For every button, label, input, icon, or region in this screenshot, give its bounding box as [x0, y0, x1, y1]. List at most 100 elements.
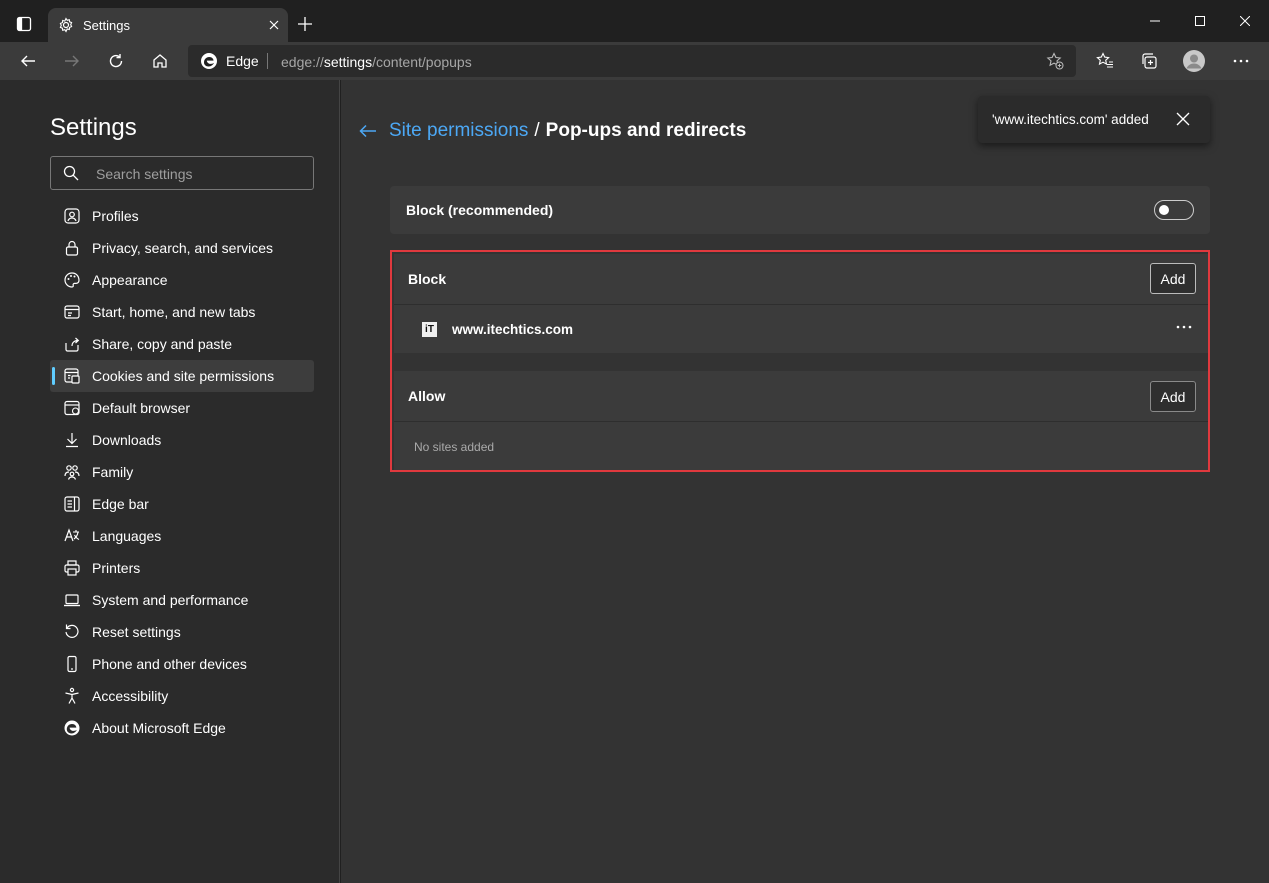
more-actions-icon[interactable]: [1176, 319, 1192, 335]
edge-bar-icon: [63, 495, 81, 513]
site-favicon-icon: iT: [422, 322, 437, 337]
reset-icon: [63, 623, 81, 641]
sidebar-item-label: Accessibility: [92, 688, 169, 704]
breadcrumb: Site permissions / Pop-ups and redirects: [359, 120, 746, 142]
sidebar-item-label: Default browser: [92, 400, 191, 416]
settings-nav: Profiles Privacy, search, and services App…: [50, 200, 314, 744]
collections-icon: [1142, 53, 1157, 69]
block-site-row: iT www.itechtics.com: [394, 304, 1208, 353]
profile-icon: [63, 207, 81, 225]
sidebar-item-profiles[interactable]: Profiles: [50, 200, 314, 232]
home-icon: [153, 54, 167, 68]
sidebar-item-label: Printers: [92, 560, 141, 576]
sidebar-item-label: System and performance: [92, 592, 249, 608]
toast-message: 'www.itechtics.com' added: [992, 112, 1149, 127]
sidebar-item-default-browser[interactable]: Default browser: [50, 392, 314, 424]
sidebar-item-label: Languages: [92, 528, 162, 544]
title-bar: Settings: [0, 0, 1269, 42]
favorites-icon: [1096, 52, 1113, 68]
address-bar[interactable]: Edge edge://settings/content/popups: [188, 45, 1076, 77]
accessibility-icon: [63, 687, 81, 705]
browser-icon: [63, 399, 81, 417]
sidebar-item-label: Appearance: [92, 272, 168, 288]
sidebar-item-label: Share, copy and paste: [92, 336, 233, 352]
notification-toast: 'www.itechtics.com' added: [978, 96, 1210, 143]
page-title: Pop-ups and redirects: [545, 120, 747, 141]
sidebar-item-cookies-and-site-permissions[interactable]: Cookies and site permissions: [50, 360, 314, 392]
refresh-icon: [109, 54, 123, 68]
home-button[interactable]: [144, 45, 176, 77]
lock-icon: [63, 239, 81, 257]
block-section-label: Block: [408, 271, 447, 287]
arrow-left-icon: [21, 55, 35, 67]
more-icon: [1233, 59, 1249, 63]
sidebar-item-downloads[interactable]: Downloads: [50, 424, 314, 456]
toggle-knob: [1159, 205, 1169, 215]
sidebar-item-about-microsoft-edge[interactable]: About Microsoft Edge: [50, 712, 314, 744]
tab-actions-button[interactable]: [8, 8, 40, 40]
block-recommended-toggle[interactable]: [1154, 200, 1194, 220]
sidebar-item-label: Downloads: [92, 432, 162, 448]
refresh-button[interactable]: [100, 45, 132, 77]
sidebar-item-edge-bar[interactable]: Edge bar: [50, 488, 314, 520]
download-icon: [63, 431, 81, 449]
maximize-button[interactable]: [1177, 0, 1223, 42]
sidebar-item-accessibility[interactable]: Accessibility: [50, 680, 314, 712]
sidebar-item-start-home-and-new-tabs[interactable]: Start, home, and new tabs: [50, 296, 314, 328]
close-icon: [269, 20, 279, 30]
sidebar-title: Settings: [50, 114, 137, 141]
sidebar-item-label: Phone and other devices: [92, 656, 247, 672]
favorites-button[interactable]: [1089, 45, 1121, 77]
sidebar-item-label: Family: [92, 464, 134, 480]
sidebar-item-family[interactable]: Family: [50, 456, 314, 488]
sidebar-item-printers[interactable]: Printers: [50, 552, 314, 584]
highlighted-sites-section: Block Add iT www.itechtics.com Allow Add…: [390, 250, 1210, 472]
back-button[interactable]: [12, 45, 44, 77]
block-recommended-card: Block (recommended): [390, 186, 1210, 234]
tab-settings[interactable]: Settings: [48, 8, 288, 42]
minimize-button[interactable]: [1132, 0, 1178, 42]
edge-logo-icon: [201, 53, 217, 69]
block-recommended-label: Block (recommended): [406, 202, 554, 218]
share-icon: [63, 335, 81, 353]
url-path: /content/popups: [372, 54, 472, 70]
maximize-icon: [1195, 16, 1205, 26]
sidebar-item-languages[interactable]: Languages: [50, 520, 314, 552]
palette-icon: [63, 271, 81, 289]
sidebar-item-reset-settings[interactable]: Reset settings: [50, 616, 314, 648]
minimize-icon: [1150, 20, 1160, 22]
printer-icon: [63, 559, 81, 577]
block-add-button[interactable]: Add: [1150, 263, 1196, 294]
edge-logo-icon: [63, 719, 81, 737]
arrow-right-icon: [65, 55, 79, 67]
sidebar-item-system-and-performance[interactable]: System and performance: [50, 584, 314, 616]
settings-more-button[interactable]: [1225, 45, 1257, 77]
add-favorite-icon[interactable]: [1046, 52, 1064, 70]
profile-button[interactable]: [1178, 45, 1210, 77]
new-tab-button[interactable]: [292, 11, 318, 37]
address-url[interactable]: edge://settings/content/popups: [281, 54, 472, 70]
collections-button[interactable]: [1133, 45, 1165, 77]
arrow-left-icon[interactable]: [359, 123, 377, 139]
sidebar-item-privacy-search-and-services[interactable]: Privacy, search, and services: [50, 232, 314, 264]
sidebar-item-appearance[interactable]: Appearance: [50, 264, 314, 296]
laptop-icon: [63, 591, 81, 609]
breadcrumb-site-permissions-link[interactable]: Site permissions: [389, 120, 528, 142]
url-host: settings: [323, 54, 373, 70]
phone-icon: [63, 655, 81, 673]
sidebar-item-share-copy-and-paste[interactable]: Share, copy and paste: [50, 328, 314, 360]
tab-close-button[interactable]: [264, 15, 284, 35]
close-window-button[interactable]: [1222, 0, 1268, 42]
allow-section-label: Allow: [408, 388, 446, 404]
close-icon[interactable]: [1174, 110, 1192, 128]
allow-add-button[interactable]: Add: [1150, 381, 1196, 412]
block-section-header: Block Add: [394, 254, 1208, 304]
main-content: Site permissions / Pop-ups and redirects…: [341, 80, 1269, 883]
search-settings-input[interactable]: Search settings: [50, 156, 314, 190]
sidebar-item-phone-and-other-devices[interactable]: Phone and other devices: [50, 648, 314, 680]
allow-empty-text: No sites added: [414, 440, 495, 454]
search-icon: [63, 165, 79, 181]
sidebar-item-label: Edge bar: [92, 496, 149, 512]
forward-button[interactable]: [56, 45, 88, 77]
address-divider: [267, 53, 268, 69]
